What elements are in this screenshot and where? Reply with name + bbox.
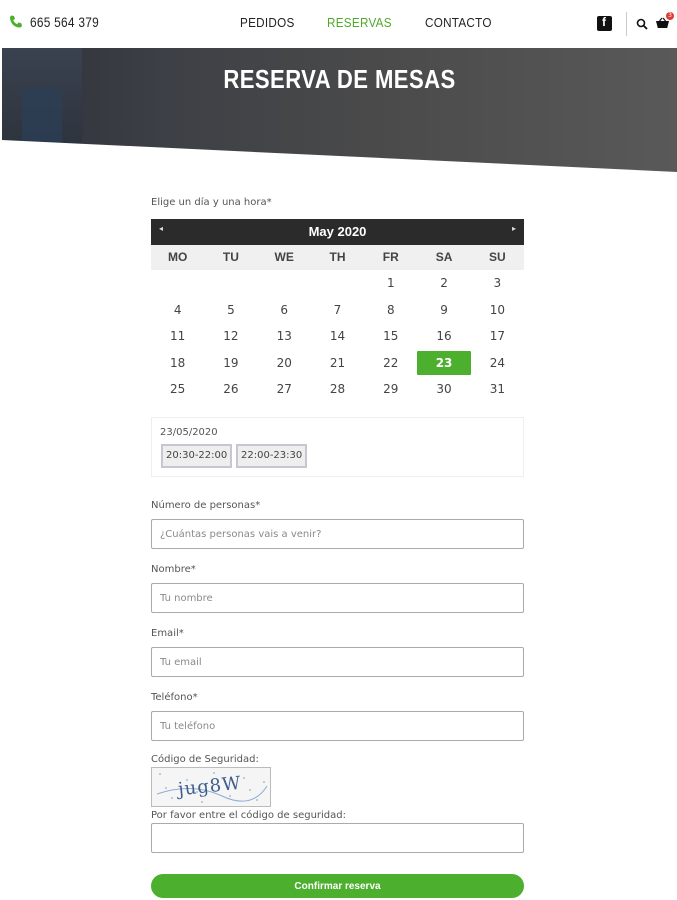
main-nav: PEDIDOS RESERVAS CONTACTO: [240, 15, 499, 30]
calendar-day[interactable]: 1: [364, 270, 417, 297]
calendar-day[interactable]: 18: [151, 350, 204, 377]
calendar-day[interactable]: 16: [417, 323, 470, 350]
calendar-day[interactable]: 5: [204, 297, 257, 324]
calendar-day-selected[interactable]: 23: [417, 350, 471, 375]
weekday-label: TU: [222, 250, 239, 264]
calendar-day[interactable]: 26: [204, 376, 257, 403]
people-input[interactable]: [151, 519, 524, 549]
calendar-day[interactable]: 29: [364, 376, 417, 403]
calendar-day[interactable]: 20: [258, 350, 311, 377]
calendar-header: ◂ May 2020 ▸: [151, 219, 524, 245]
people-label: Número de personas*: [151, 500, 261, 511]
captcha-image: jug8W: [151, 767, 271, 807]
calendar-grid: 1 2 3 4 5 6 7 8 9 10 11 12 13 14 15 16 17 18 19 20 21 22 23 24 2…: [151, 270, 524, 403]
name-input[interactable]: [151, 583, 524, 613]
time-slot-button[interactable]: 20:30-22:00: [161, 444, 233, 468]
calendar-day[interactable]: 3: [471, 270, 524, 297]
calendar-day[interactable]: 28: [311, 376, 364, 403]
hero-banner: RESERVA DE MESAS: [2, 48, 677, 172]
phone-contact[interactable]: 665 564 379: [8, 14, 111, 30]
weekday-label: TH: [329, 250, 346, 264]
cart-count-badge: 3: [666, 12, 674, 20]
calendar-day[interactable]: 24: [471, 350, 524, 377]
calendar-day[interactable]: 21: [311, 350, 364, 377]
time-slots-panel: 23/05/2020 20:30-22:00 22:00-23:30: [151, 417, 524, 477]
facebook-icon[interactable]: [597, 15, 612, 31]
calendar-weekdays: MO TU WE TH FR SA SU: [151, 245, 524, 270]
calendar-day[interactable]: 15: [364, 323, 417, 350]
calendar-month-title: May 2020: [308, 224, 367, 239]
captcha-input[interactable]: [151, 823, 524, 853]
calendar-empty-cell: [204, 270, 257, 297]
calendar-empty-cell: [258, 270, 311, 297]
weekday-label: WE: [274, 250, 294, 264]
nav-contacto[interactable]: CONTACTO: [425, 15, 492, 30]
calendar-day[interactable]: 25: [151, 376, 204, 403]
phone-icon: [10, 15, 22, 28]
top-bar: 665 564 379 PEDIDOS RESERVAS CONTACTO 3: [0, 0, 677, 48]
search-icon[interactable]: [636, 18, 648, 30]
calendar-day[interactable]: 9: [417, 297, 470, 324]
calendar-day[interactable]: 2: [417, 270, 470, 297]
calendar-day[interactable]: 7: [311, 297, 364, 324]
nav-reservas[interactable]: RESERVAS: [327, 15, 392, 30]
calendar-day[interactable]: 17: [471, 323, 524, 350]
captcha-prompt: Por favor entre el código de seguridad:: [151, 810, 346, 821]
calendar-day[interactable]: 31: [471, 376, 524, 403]
calendar-day[interactable]: 14: [311, 323, 364, 350]
selected-date: 23/05/2020: [160, 427, 218, 438]
calendar-empty-cell: [151, 270, 204, 297]
header-divider: [626, 12, 627, 36]
weekday-label: SA: [435, 250, 453, 264]
phone-label: Teléfono*: [151, 692, 198, 703]
calendar-day[interactable]: 11: [151, 323, 204, 350]
calendar-day[interactable]: 30: [417, 376, 470, 403]
date-label: Elige un día y una hora*: [151, 197, 272, 208]
confirm-reservation-button[interactable]: Confirmar reserva: [151, 874, 524, 898]
time-slot-button[interactable]: 22:00-23:30: [236, 444, 308, 468]
calendar: ◂ May 2020 ▸ MO TU WE TH FR SA SU 123456…: [151, 219, 524, 403]
calendar-day[interactable]: 13: [258, 323, 311, 350]
calendar-day[interactable]: 4: [151, 297, 204, 324]
phone-input[interactable]: [151, 711, 524, 741]
phone-number: 665 564 379: [30, 14, 99, 30]
calendar-day[interactable]: 19: [204, 350, 257, 377]
calendar-empty-cell: [311, 270, 364, 297]
email-label: Email*: [151, 628, 184, 639]
calendar-day[interactable]: 8: [364, 297, 417, 324]
calendar-day[interactable]: 10: [471, 297, 524, 324]
nav-pedidos[interactable]: PEDIDOS: [240, 15, 295, 30]
hero-diagonal-cut: [2, 140, 677, 172]
weekday-label: FR: [382, 250, 399, 264]
weekday-label: MO: [167, 250, 188, 264]
captcha-label: Código de Seguridad:: [151, 754, 259, 765]
weekday-label: SU: [489, 250, 506, 264]
calendar-day[interactable]: 6: [258, 297, 311, 324]
email-input[interactable]: [151, 647, 524, 677]
calendar-day[interactable]: 22: [364, 350, 417, 377]
next-month-icon[interactable]: ▸: [512, 224, 516, 233]
name-label: Nombre*: [151, 564, 196, 575]
calendar-day[interactable]: 27: [258, 376, 311, 403]
calendar-day[interactable]: 12: [204, 323, 257, 350]
